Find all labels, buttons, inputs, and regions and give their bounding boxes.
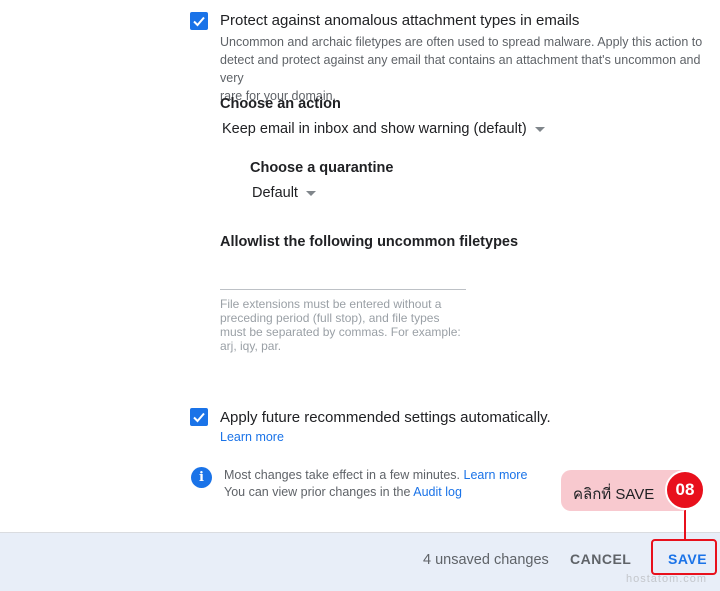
hint-line: preceding period (full stop), and file t… bbox=[220, 311, 440, 325]
action-select-value: Keep email in inbox and show warning (de… bbox=[222, 121, 527, 137]
anomalous-attachments-checkbox[interactable] bbox=[190, 12, 208, 30]
allowlist-input[interactable] bbox=[220, 262, 466, 290]
future-settings-learn-more-link[interactable]: Learn more bbox=[220, 430, 284, 444]
choose-action-heading: Choose an action bbox=[220, 96, 341, 112]
step-number-badge: 08 bbox=[665, 470, 705, 510]
info-text: Most changes take effect in a few minute… bbox=[224, 468, 461, 482]
description-line: detect and protect against any email tha… bbox=[220, 53, 701, 85]
quarantine-select[interactable]: Default bbox=[252, 185, 316, 201]
info-icon: i bbox=[191, 467, 212, 488]
dropdown-arrow-icon bbox=[305, 190, 316, 196]
action-select[interactable]: Keep email in inbox and show warning (de… bbox=[222, 121, 545, 137]
dropdown-arrow-icon bbox=[534, 126, 545, 132]
unsaved-changes-count: 4 unsaved changes bbox=[423, 552, 549, 568]
future-settings-checkbox[interactable] bbox=[190, 408, 208, 426]
hint-line: must be separated by commas. For example… bbox=[220, 325, 461, 339]
info-line-1: Most changes take effect in a few minute… bbox=[224, 467, 527, 484]
anomalous-attachments-description: Uncommon and archaic filetypes are often… bbox=[220, 33, 720, 105]
quarantine-select-value: Default bbox=[252, 185, 298, 201]
hint-line: arj, iqy, par. bbox=[220, 339, 282, 353]
checkmark-icon bbox=[193, 16, 205, 27]
save-highlight-box bbox=[651, 539, 717, 575]
description-line: Uncommon and archaic filetypes are often… bbox=[220, 35, 703, 49]
cancel-button[interactable]: CANCEL bbox=[570, 551, 631, 567]
audit-log-link[interactable]: Audit log bbox=[413, 485, 462, 499]
future-settings-title: Apply future recommended settings automa… bbox=[220, 409, 551, 426]
info-message: Most changes take effect in a few minute… bbox=[224, 467, 527, 501]
action-bar: 4 unsaved changes CANCEL SAVE hostatom.c… bbox=[0, 532, 720, 591]
info-line-2: You can view prior changes in the Audit … bbox=[224, 484, 527, 501]
hint-line: File extensions must be entered without … bbox=[220, 297, 442, 311]
checkmark-icon bbox=[193, 412, 205, 423]
allowlist-heading: Allowlist the following uncommon filetyp… bbox=[220, 234, 519, 250]
annotation-callout-text: คลิกที่ SAVE bbox=[573, 486, 655, 503]
anomalous-attachments-title: Protect against anomalous attachment typ… bbox=[220, 12, 580, 29]
info-learn-more-link[interactable]: Learn more bbox=[464, 468, 528, 482]
choose-quarantine-heading: Choose a quarantine bbox=[250, 160, 394, 176]
info-text: You can view prior changes in the bbox=[224, 485, 411, 499]
allowlist-hint: File extensions must be entered without … bbox=[220, 297, 470, 353]
